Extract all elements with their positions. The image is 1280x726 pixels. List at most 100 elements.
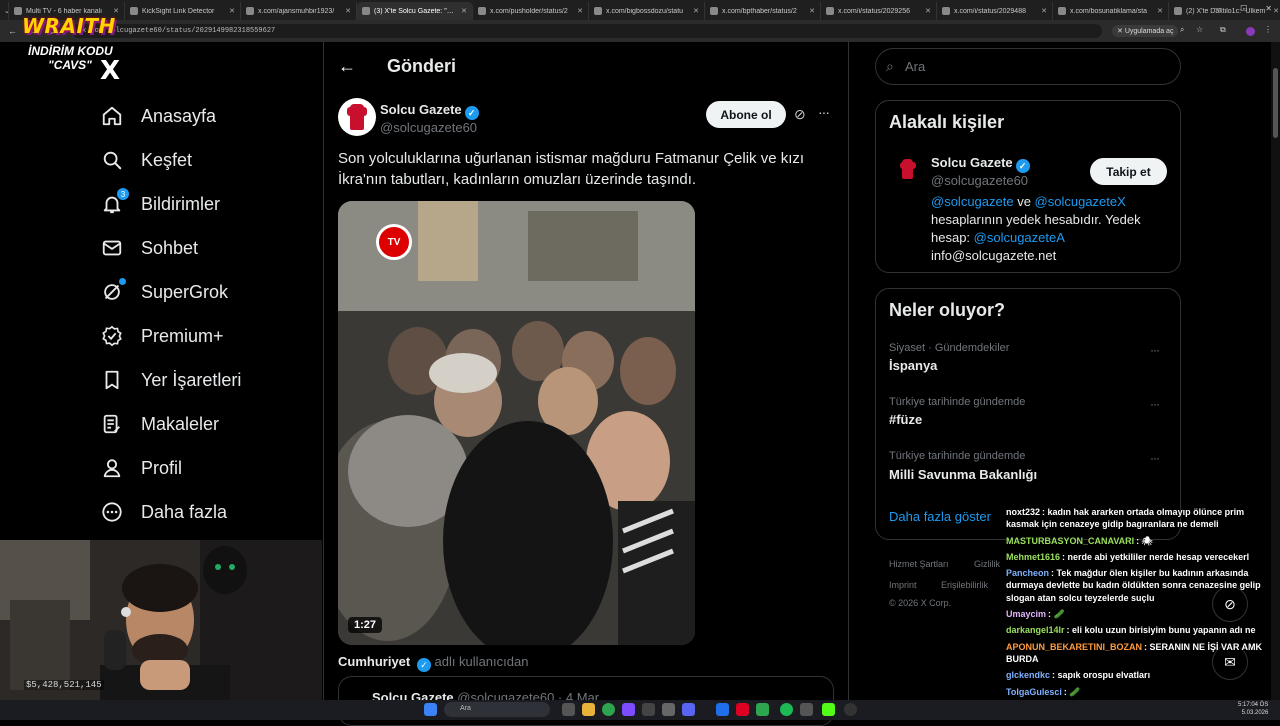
chat-username[interactable]: MASTURBASYON_CANAVARI — [1006, 536, 1134, 546]
tab-close-icon[interactable]: ✕ — [1041, 7, 1047, 15]
related-avatar[interactable] — [889, 151, 925, 187]
app-icon[interactable] — [736, 703, 749, 716]
chat-username[interactable]: APONUN_BEKARETINI_BOZAN — [1006, 642, 1142, 652]
minimize-icon[interactable]: — — [1214, 4, 1222, 13]
tab-close-icon[interactable]: ✕ — [345, 7, 351, 15]
sidebar-item-profile[interactable]: Profil — [100, 453, 182, 483]
browser-tab[interactable]: x.com/bpthaber/status/2 ✕ — [705, 2, 821, 20]
sidebar-item-bookmarks[interactable]: Yer İşaretleri — [100, 365, 241, 395]
scrollbar-thumb[interactable] — [1273, 68, 1278, 138]
zoom-icon[interactable]: ⌕ — [1180, 25, 1184, 35]
chat-username[interactable]: Mehmet1616 — [1006, 552, 1060, 562]
tab-menu-button[interactable]: ⌄ — [0, 2, 9, 20]
spotify-icon[interactable] — [780, 703, 793, 716]
video-credit[interactable]: Cumhuriyet ✓ adlı kullanıcıdan — [338, 654, 528, 672]
app-icon[interactable] — [662, 703, 675, 716]
footer-imprint-link[interactable]: Imprint — [889, 580, 917, 590]
bell-icon: 3 — [100, 188, 129, 216]
app-icon[interactable] — [800, 703, 813, 716]
browser-tab[interactable]: KickSight Link Detector ✕ — [125, 2, 241, 20]
trend-more-icon[interactable]: ··· — [1150, 451, 1160, 465]
browser-tab[interactable]: x.com/bigbossdozu/statu ✕ — [589, 2, 705, 20]
browser-tab[interactable]: x.com/bosunatiklama/sta ✕ — [1053, 2, 1169, 20]
trend-more-icon[interactable]: ··· — [1150, 397, 1160, 411]
grok-explain-icon[interactable]: ⊘ — [794, 106, 806, 123]
trend-item[interactable]: İspanya — [889, 358, 937, 373]
subscribe-button[interactable]: Abone ol — [706, 101, 786, 128]
tab-close-icon[interactable]: ✕ — [461, 7, 467, 15]
tab-close-icon[interactable]: ✕ — [1157, 7, 1163, 15]
url-field[interactable]: x.com/solcugazete60/status/2029149982318… — [72, 24, 1102, 38]
post-video[interactable] — [338, 201, 695, 645]
browser-menu-icon[interactable]: ⋮ — [1264, 25, 1272, 34]
chat-username[interactable]: Pancheon — [1006, 568, 1049, 578]
browser-tab[interactable]: x.com/pusholder/status/2 ✕ — [473, 2, 589, 20]
tab-close-icon[interactable]: ✕ — [809, 7, 815, 15]
sidebar-item-chat[interactable]: Sohbet — [100, 233, 198, 263]
extensions-icon[interactable]: ⧉ — [1220, 25, 1226, 35]
task-view-icon[interactable] — [562, 703, 575, 716]
tab-close-icon[interactable]: ✕ — [577, 7, 583, 15]
browser-tab[interactable]: x.com/i/status/2029256 ✕ — [821, 2, 937, 20]
tab-favicon-icon — [362, 7, 370, 15]
sidebar-item-explore[interactable]: Keşfet — [100, 145, 192, 175]
sidebar-item-articles[interactable]: Makaleler — [100, 409, 219, 439]
open-in-app-chip[interactable]: ✕ Uygulamada aç — [1112, 25, 1179, 37]
footer-terms-link[interactable]: Hizmet Şartları — [889, 559, 949, 569]
tab-close-icon[interactable]: ✕ — [925, 7, 931, 15]
back-arrow-icon[interactable]: ← — [338, 56, 356, 77]
browser-tab[interactable]: x.com/ajansmuhbir1923/✕ — [241, 2, 357, 20]
trend-more-icon[interactable]: ··· — [1150, 343, 1160, 357]
follow-button[interactable]: Takip et — [1090, 158, 1167, 185]
bookmark-star-icon[interactable]: ☆ — [1196, 25, 1203, 34]
chat-username[interactable]: darkangel14lr — [1006, 625, 1065, 635]
kick-icon[interactable] — [822, 703, 835, 716]
chrome-icon[interactable] — [602, 703, 615, 716]
obs-icon[interactable] — [844, 703, 857, 716]
bio-link[interactable]: @solcugazete — [931, 194, 1014, 209]
sidebar-item-supergrok[interactable]: SuperGrok — [100, 277, 228, 307]
maximize-icon[interactable]: ☐ — [1240, 4, 1247, 13]
app-icon[interactable] — [756, 703, 769, 716]
file-explorer-icon[interactable] — [582, 703, 595, 716]
browser-tab[interactable]: (3) X'te Solcu Gazete: "Son ✕ — [357, 2, 473, 20]
search-input[interactable]: ⌕ Ara — [875, 48, 1181, 85]
trends-title: Neler oluyor? — [889, 300, 1006, 320]
browser-tab[interactable]: x.com/i/status/2029488 ✕ — [937, 2, 1053, 20]
sidebar-item-more[interactable]: Daha fazla — [100, 497, 227, 527]
bio-link[interactable]: @solcugazeteX — [1035, 194, 1126, 209]
app-icon[interactable] — [682, 703, 695, 716]
footer-accessibility-link[interactable]: Erişilebilirlik — [941, 580, 988, 590]
chat-username[interactable]: Umaycim — [1006, 609, 1046, 619]
trend-item[interactable]: Milli Savunma Bakanlığı — [889, 467, 1037, 482]
sidebar-item-premium[interactable]: Premium+ — [100, 321, 224, 351]
profile-avatar-icon[interactable] — [1246, 27, 1255, 36]
related-name[interactable]: Solcu Gazete ✓ — [931, 155, 1030, 173]
close-window-icon[interactable]: ✕ — [1265, 4, 1272, 13]
author-name[interactable]: Solcu Gazete ✓ — [380, 102, 479, 120]
tab-close-icon[interactable]: ✕ — [229, 7, 235, 15]
app-icon[interactable] — [642, 703, 655, 716]
bio-link[interactable]: @solcugazeteA — [974, 230, 1065, 245]
app-icon[interactable] — [716, 703, 729, 716]
x-logo[interactable]: X — [100, 56, 120, 86]
trend-item[interactable]: #füze — [889, 412, 922, 427]
sidebar-item-home[interactable]: Anasayfa — [100, 101, 216, 131]
tab-close-icon[interactable]: ✕ — [693, 7, 699, 15]
taskbar-clock[interactable]: 5:17:04 ÖS 5.03.2026 — [1238, 701, 1268, 717]
tab-close-icon[interactable]: ✕ — [1273, 7, 1279, 15]
windows-start-icon[interactable] — [424, 703, 437, 716]
footer-privacy-link[interactable]: Gizlilik — [974, 559, 1000, 569]
taskbar-search[interactable]: Ara — [444, 702, 550, 717]
related-handle[interactable]: @solcugazete60 — [931, 173, 1028, 188]
author-handle[interactable]: @solcugazete60 — [380, 120, 477, 135]
chat-username[interactable]: TolgaGulesci — [1006, 687, 1062, 697]
back-nav-icon[interactable]: ← — [8, 26, 20, 36]
show-more-link[interactable]: Daha fazla göster — [889, 509, 991, 524]
chat-username[interactable]: glckendkc — [1006, 670, 1050, 680]
post-more-icon[interactable]: ··· — [818, 104, 830, 120]
chat-username[interactable]: noxt232 — [1006, 507, 1040, 517]
sidebar-item-notifications[interactable]: 3 Bildirimler — [100, 188, 220, 219]
discord-icon[interactable] — [622, 703, 635, 716]
author-avatar[interactable] — [338, 98, 376, 136]
